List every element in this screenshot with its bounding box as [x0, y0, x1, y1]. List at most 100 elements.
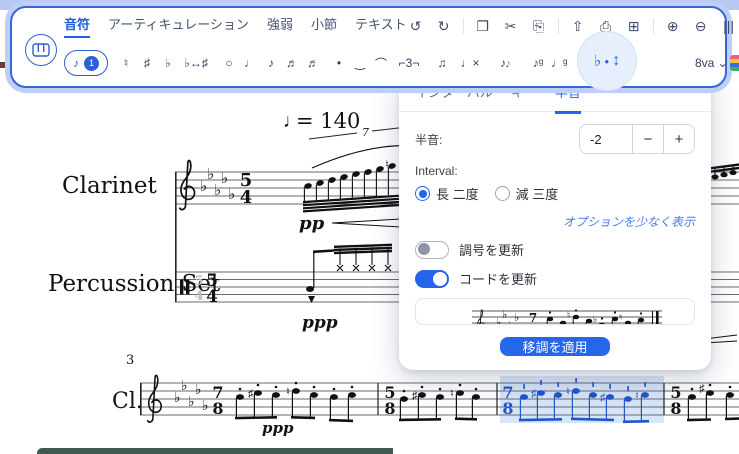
increment-button[interactable]: + — [663, 125, 694, 153]
show-fewer-options-link[interactable]: オプションを少なく表示 — [563, 213, 695, 230]
slur-icon[interactable]: ⌒ — [373, 55, 389, 72]
update-key-signature-row: 調号を更新 — [415, 240, 695, 259]
svg-text:8: 8 — [529, 323, 537, 325]
svg-text:= 140: = 140 — [296, 109, 360, 133]
tab-dynamics[interactable]: 強弱 — [267, 14, 293, 38]
paste-icon[interactable]: ⎘ — [530, 18, 548, 35]
svg-text:8: 8 — [384, 399, 395, 418]
instrument-label-clarinet[interactable]: Clarinet — [62, 173, 157, 199]
update-key-signature-label: 調号を更新 — [459, 243, 525, 258]
measure-6-notes[interactable]: 5 8 ♯ — [670, 383, 739, 422]
tempo-marking[interactable]: ♩ = 140 — [283, 109, 360, 133]
svg-text:♭: ♭ — [221, 170, 228, 187]
svg-text:♮: ♮ — [286, 386, 290, 398]
measure-number: 3 — [126, 353, 134, 368]
measure-3-notes[interactable]: ♯ ♮ — [235, 381, 356, 423]
svg-text:♯: ♯ — [699, 383, 705, 395]
grace-note-2-icon[interactable]: ♩ᵍ — [551, 56, 568, 70]
augmentation-dot-icon[interactable]: • — [331, 56, 347, 70]
transpose-flat-glyph: ♭ — [593, 53, 602, 70]
respell-accidental-icon[interactable]: ♭↔♯ — [181, 56, 211, 70]
unbeam-icon[interactable]: ♩× — [455, 56, 485, 70]
svg-text:♭: ♭ — [181, 377, 188, 393]
radio-major-second-label: 長 二度 — [436, 187, 479, 202]
undo-icon[interactable]: ↺ — [407, 18, 425, 35]
svg-text:♭: ♭ — [514, 312, 519, 324]
semitone-input[interactable] — [580, 125, 632, 153]
svg-text:4: 4 — [206, 287, 218, 307]
svg-text:♮: ♮ — [619, 312, 622, 322]
tremolo-icon[interactable]: ♪𝆕 — [490, 56, 520, 71]
update-chords-toggle[interactable] — [415, 269, 449, 288]
copy-icon[interactable]: ❐ — [474, 18, 492, 35]
apply-transposition-button[interactable]: 移調を適用 — [500, 337, 610, 356]
time-signature-7-8[interactable]: 7 8 — [212, 383, 223, 418]
decrement-button[interactable]: − — [632, 125, 663, 153]
svg-text:♭: ♭ — [496, 317, 501, 325]
flat-icon[interactable]: ♭ — [160, 56, 176, 70]
treble-clef[interactable] — [178, 159, 196, 211]
octave-dropdown[interactable]: 8va ⌄ — [695, 56, 728, 70]
whole-note-icon[interactable]: ○ — [221, 56, 237, 70]
tab-text[interactable]: テキスト — [355, 14, 407, 38]
sixteenth-note-icon[interactable]: ♬ — [284, 56, 300, 70]
update-chords-row: コードを更新 — [415, 269, 695, 288]
tab-articulation[interactable]: アーティキュレーション — [108, 14, 249, 38]
layout-icon[interactable]: ⊞ — [625, 18, 643, 35]
note-input-mode-button[interactable]: ♪ 1 — [64, 50, 108, 76]
palette-tabs: 音符 アーティキュレーション 強弱 小節 テキスト — [64, 14, 407, 38]
eighth-note-icon[interactable]: ♪ — [263, 56, 279, 70]
measure-4-notes[interactable]: ♯ ♮ — [399, 383, 480, 422]
piano-icon — [32, 43, 50, 57]
svg-text:8: 8 — [212, 399, 223, 418]
half-note-icon[interactable]: ♩ — [242, 56, 258, 70]
redo-icon[interactable]: ↻ — [435, 18, 453, 35]
dynamic-ppp-percussion[interactable]: ppp — [302, 313, 338, 333]
sharp-icon[interactable]: ♯ — [139, 56, 155, 70]
tab-notes[interactable]: 音符 — [64, 14, 91, 38]
beam-icon[interactable]: ♫ — [434, 56, 450, 70]
time-signature-ghost: 5 4 — [194, 274, 203, 304]
transposition-preview: ♭♭ ♭♭ ♭ 7 8 — [415, 298, 695, 325]
svg-text:♭: ♭ — [520, 323, 525, 325]
zoom-out-icon[interactable]: ⊖ — [692, 18, 710, 35]
share-icon[interactable]: ⇧ — [569, 18, 587, 35]
tuplet-icon[interactable]: ⌐3¬ — [394, 56, 424, 70]
piano-panel-button[interactable] — [25, 34, 57, 66]
radio-diminished-third[interactable]: 減 三度 — [494, 184, 558, 203]
svg-text:♭: ♭ — [502, 309, 507, 321]
transpose-arrows-glyph: ↕ — [612, 52, 621, 69]
svg-text:♮: ♮ — [450, 388, 454, 400]
svg-text:♭: ♭ — [207, 166, 214, 183]
semitone-label: 半音: — [415, 132, 443, 147]
time-signature-5-4[interactable]: 5 4 — [240, 170, 253, 208]
svg-text:♭: ♭ — [202, 397, 209, 413]
time-signature-percussion[interactable]: 5 4 — [206, 271, 218, 307]
color-palette-icon[interactable] — [730, 55, 739, 71]
natural-icon[interactable]: ♮ — [118, 56, 134, 70]
update-chords-label: コードを更新 — [459, 272, 538, 287]
transpose-tool-button[interactable]: ♭ ● ↕ — [578, 32, 636, 90]
zoom-in-icon[interactable]: ⊕ — [664, 18, 682, 35]
svg-text:♭: ♭ — [508, 320, 513, 325]
svg-text:♭: ♭ — [174, 389, 181, 405]
update-key-signature-toggle[interactable] — [415, 240, 449, 259]
cut-icon[interactable]: ✂ — [502, 18, 520, 35]
instrument-label-cl[interactable]: Cl. — [112, 389, 143, 414]
dynamic-pp[interactable]: pp — [299, 213, 325, 234]
radio-major-second[interactable]: 長 二度 — [415, 184, 479, 203]
tie-icon[interactable]: ‿ — [352, 56, 368, 70]
tab-measures[interactable]: 小節 — [311, 14, 337, 38]
svg-text:♯: ♯ — [412, 390, 418, 402]
svg-text:♯: ♯ — [248, 388, 254, 400]
svg-text:4: 4 — [194, 289, 203, 304]
page-view-icon[interactable]: ||| — [720, 18, 738, 34]
action-icons: ↺ ↻ ❐ ✂ ⎘ ⇧ ⎙ ⊞ ⊕ ⊖ ||| ♪ ⌨ — [407, 18, 739, 35]
grace-note-icon[interactable]: ♪ᵍ — [530, 56, 546, 70]
thirtysecond-note-icon[interactable]: ♬ — [305, 56, 321, 70]
svg-text:♮: ♮ — [385, 159, 389, 171]
time-signature-5-8[interactable]: 5 8 — [384, 383, 395, 418]
dynamic-ppp-cl[interactable]: ppp — [262, 419, 294, 437]
svg-text:♮: ♮ — [566, 386, 570, 398]
key-signature-cl[interactable]: ♭♭ ♭♭ ♭ — [174, 377, 209, 413]
